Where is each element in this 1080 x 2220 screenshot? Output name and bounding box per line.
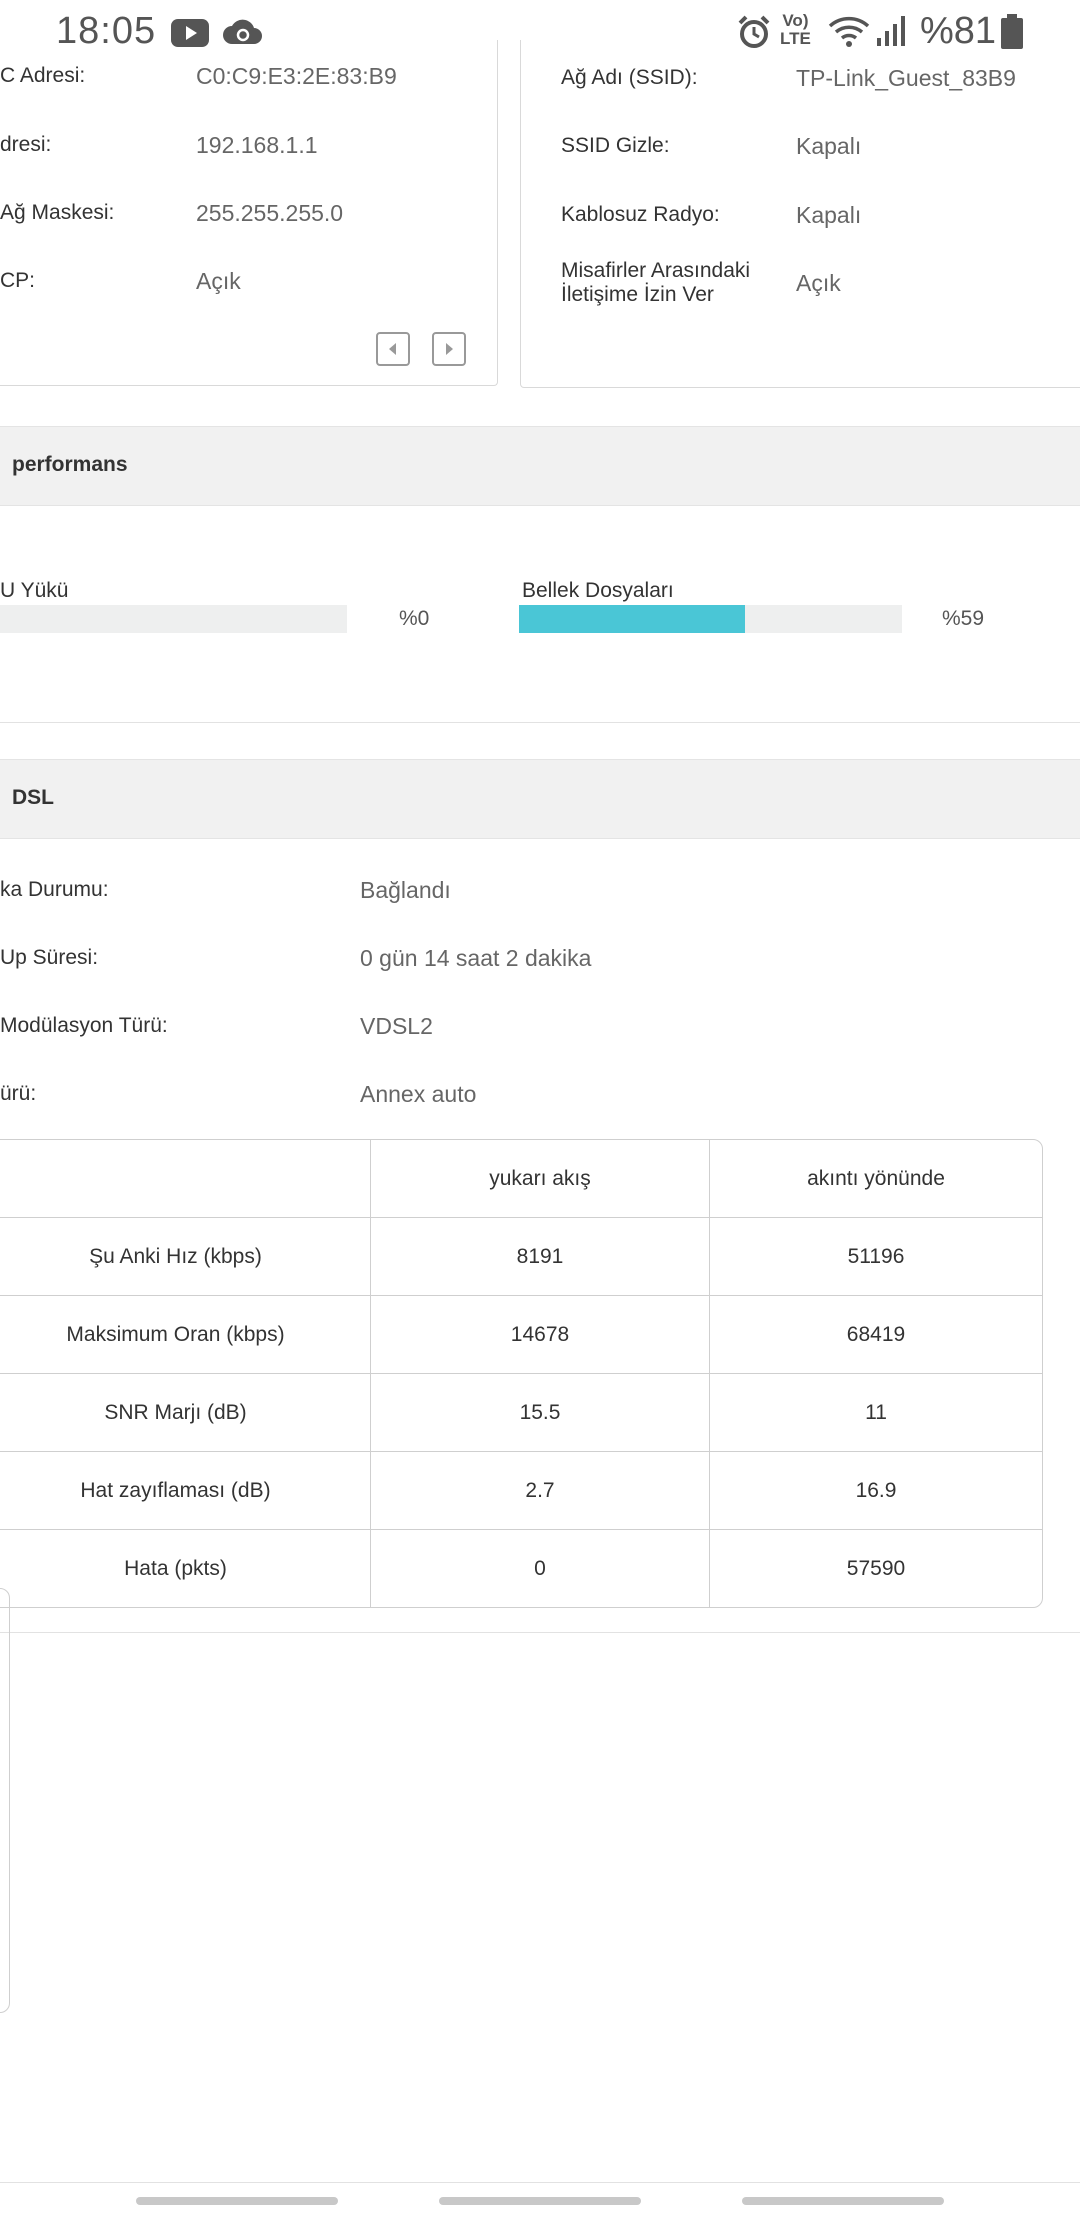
table-row: Hata (pkts) 0 57590	[0, 1530, 1042, 1607]
annex-type-label: ürü:	[0, 1082, 37, 1105]
table-cell: 16.9	[710, 1452, 1042, 1530]
uptime-label: Up Süresi:	[0, 946, 99, 969]
empty-panel-edge	[0, 1588, 10, 2013]
annex-type-value: Annex auto	[360, 1081, 477, 1107]
bottom-nav-divider	[0, 2182, 1080, 2183]
wireless-radio-label: Kablosuz Radyo:	[561, 203, 720, 226]
memory-bar-fill	[519, 605, 745, 633]
dhcp-value: Açık	[196, 268, 241, 294]
table-header-cell	[0, 1140, 371, 1218]
memory-bar	[519, 605, 902, 633]
modulation-label: Modülasyon Türü:	[0, 1014, 168, 1037]
hide-ssid-value: Kapalı	[796, 133, 862, 159]
table-cell: 2.7	[371, 1452, 710, 1530]
performance-section-header: performans	[0, 426, 1080, 506]
table-cell: SNR Marjı (dB)	[0, 1374, 371, 1452]
cpu-load-label: U Yükü	[0, 579, 69, 602]
volte-label-top: Vo)	[782, 11, 809, 30]
table-row: SNR Marjı (dB) 15.5 11	[0, 1374, 1042, 1452]
prev-page-button[interactable]	[376, 332, 410, 366]
ssid-value: TP-Link_Guest_83B9	[796, 65, 1016, 91]
nav-recents-handle[interactable]	[136, 2197, 338, 2205]
memory-label: Bellek Dosyaları	[522, 579, 674, 602]
ip-address-label: dresi:	[0, 133, 52, 156]
table-cell: 57590	[846, 1556, 906, 1580]
hide-ssid-label: SSID Gizle:	[561, 134, 670, 157]
table-cell: 8191	[371, 1218, 710, 1296]
cpu-load-percent: %0	[399, 607, 430, 630]
performance-title: performans	[12, 453, 128, 476]
mac-address-value: C0:C9:E3:2E:83:B9	[196, 63, 397, 89]
mac-address-label: C Adresi:	[0, 64, 86, 87]
table-header-cell: yukarı akış	[371, 1140, 710, 1218]
guest-isolation-label-line2: İletişime İzin Ver	[561, 283, 714, 306]
table-cell: 51196	[710, 1218, 1042, 1296]
guest-isolation-label-line1: Misafirler Arasındaki	[561, 259, 751, 282]
subnet-mask-label: Ağ Maskesi:	[0, 201, 115, 224]
guest-isolation-value: Açık	[796, 270, 841, 296]
wireless-radio-value: Kapalı	[796, 202, 862, 228]
next-page-button[interactable]	[432, 332, 466, 366]
uptime-value: 0 gün 14 saat 2 dakika	[360, 945, 592, 971]
table-cell: 14678	[371, 1296, 710, 1374]
nav-back-handle[interactable]	[742, 2197, 944, 2205]
chevron-right-icon	[446, 343, 453, 355]
table-cell: 11	[710, 1374, 1042, 1452]
table-row: Hat zayıflaması (dB) 2.7 16.9	[0, 1452, 1042, 1530]
table-header-cell: akıntı yönünde	[710, 1140, 1042, 1218]
ssid-label: Ağ Adı (SSID):	[561, 66, 698, 89]
dsl-title: DSL	[12, 786, 54, 809]
table-cell: Hata (pkts)	[0, 1530, 371, 1607]
chevron-left-icon	[389, 343, 396, 355]
section-divider	[0, 722, 1080, 723]
table-cell: 68419	[710, 1296, 1042, 1374]
table-cell: 15.5	[371, 1374, 710, 1452]
ip-address-value: 192.168.1.1	[196, 132, 318, 158]
dsl-stats-table: yukarı akış akıntı yönünde Şu Anki Hız (…	[0, 1139, 1043, 1608]
line-status-label: ka Durumu:	[0, 878, 109, 901]
cpu-load-bar	[0, 605, 347, 633]
table-header-row: yukarı akış akıntı yönünde	[0, 1140, 1042, 1218]
line-status-value: Bağlandı	[360, 877, 451, 903]
dsl-section-header: DSL	[0, 759, 1080, 839]
table-cell: Maksimum Oran (kbps)	[0, 1296, 371, 1374]
dhcp-label: CP:	[0, 269, 36, 292]
table-cell: Hat zayıflaması (dB)	[0, 1452, 371, 1530]
table-row: Maksimum Oran (kbps) 14678 68419	[0, 1296, 1042, 1374]
modulation-value: VDSL2	[360, 1013, 433, 1039]
section-divider	[0, 1632, 1080, 1633]
table-cell: 0	[371, 1530, 710, 1607]
memory-percent: %59	[942, 607, 985, 630]
table-row: Şu Anki Hız (kbps) 8191 51196	[0, 1218, 1042, 1296]
nav-home-handle[interactable]	[439, 2197, 641, 2205]
subnet-mask-value: 255.255.255.0	[196, 200, 344, 226]
guest-isolation-label: Misafirler Arasındaki İletişime İzin Ver	[561, 259, 750, 307]
table-cell: Şu Anki Hız (kbps)	[0, 1218, 371, 1296]
